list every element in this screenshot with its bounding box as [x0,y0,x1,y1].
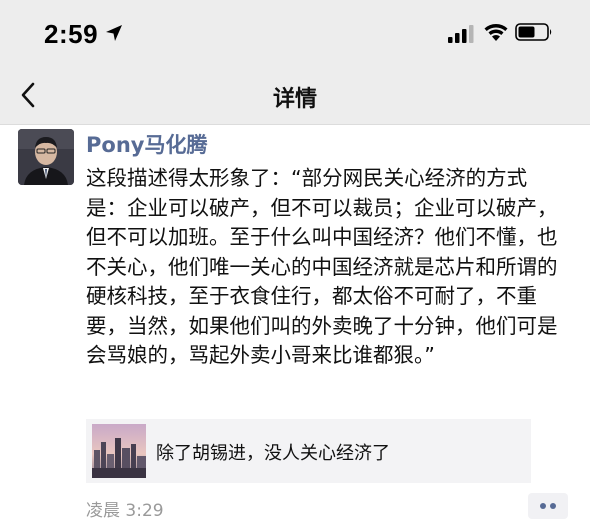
post-text: 这段描述得太形象了：“部分网民关心经济的方式是：企业可以破产，但不可以裁员；企业… [86,166,558,367]
cellular-signal-icon [448,25,474,43]
more-dots-icon [540,503,556,509]
nav-bar: 详情 [0,66,590,125]
shared-link-card[interactable]: 除了胡锡进，没人关心经济了 [86,419,531,483]
status-time: 2:59 [44,19,99,49]
link-title: 除了胡锡进，没人关心经济了 [156,443,390,464]
battery-icon [515,23,553,41]
status-bar: 2:59 [0,0,590,66]
page-title: 详情 [272,87,317,112]
avatar[interactable] [18,129,74,185]
more-button[interactable] [528,493,568,519]
author-name[interactable]: Pony马化腾 [86,129,207,159]
link-thumbnail [92,424,146,478]
wifi-icon [483,22,509,42]
post-timestamp: 凌晨 3:29 [86,501,164,521]
location-arrow-icon [104,23,124,43]
